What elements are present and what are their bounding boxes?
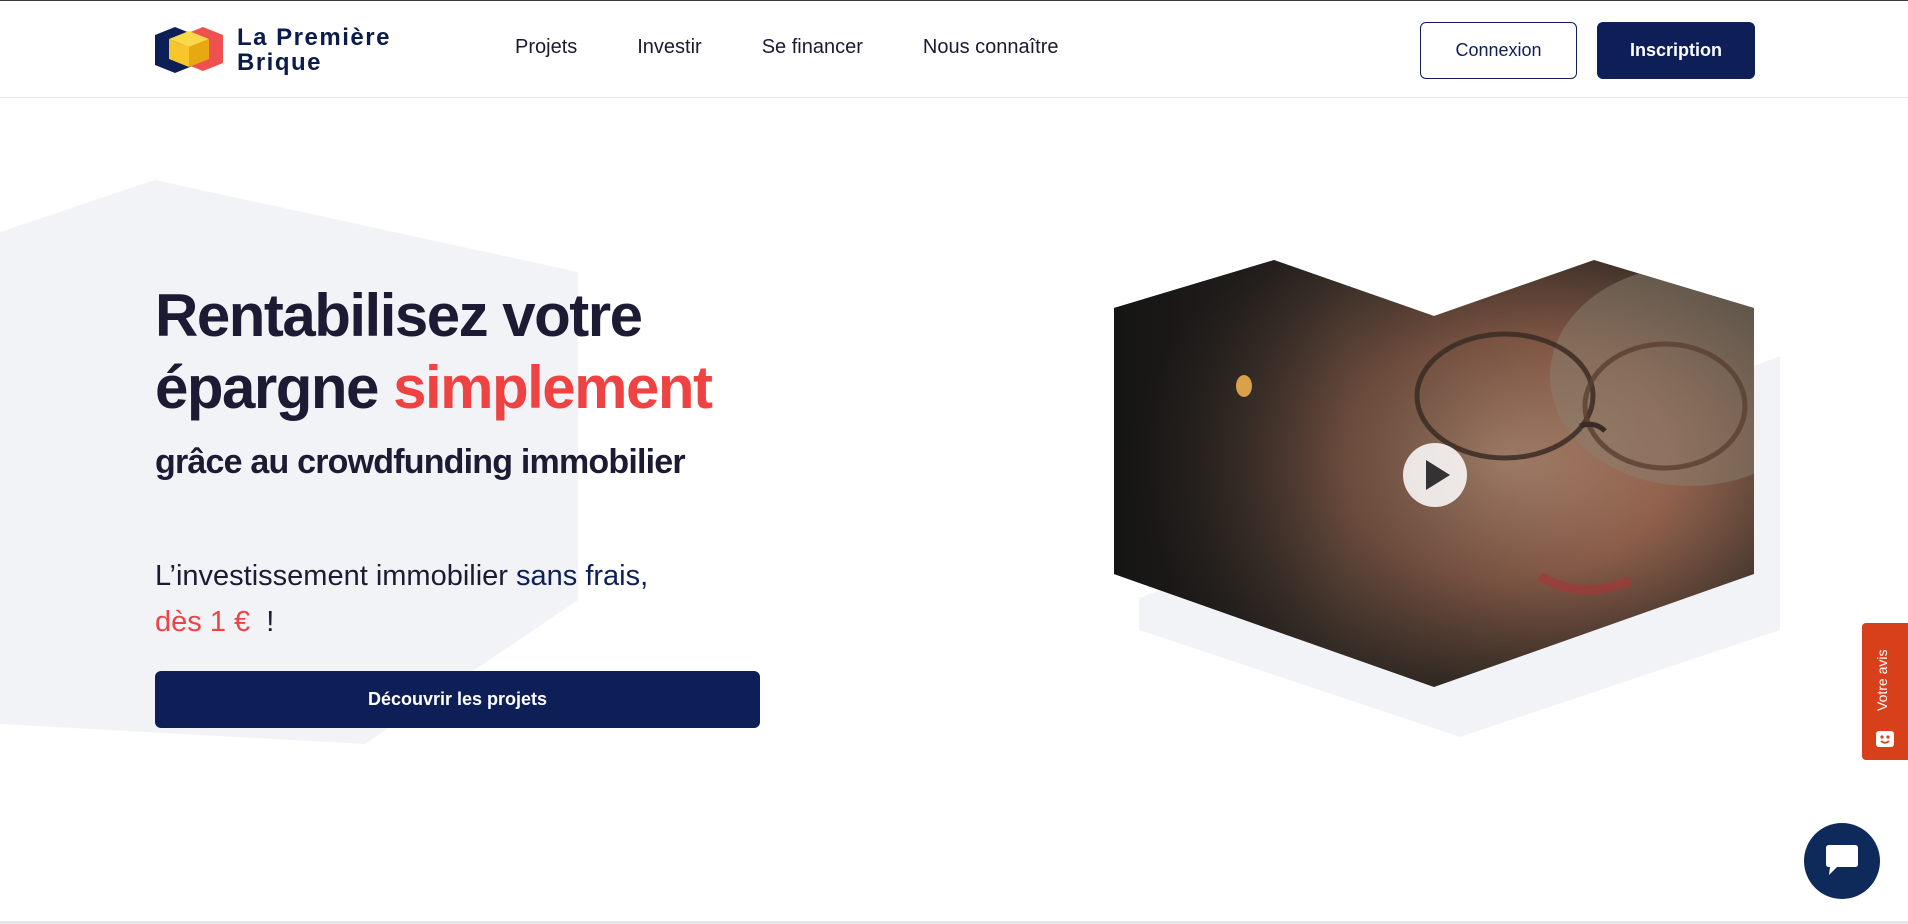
nav-item-investir[interactable]: Investir (637, 36, 701, 59)
tagline-no-fees: sans frais, (516, 560, 649, 592)
hero-subheadline: grâce au crowdfunding immobilier (155, 443, 686, 481)
top-navbar: La Première Brique Projets Investir Se f… (0, 0, 1908, 98)
feedback-label: Votre avis (1874, 649, 1890, 711)
hero-tagline: L’investissement immobilier sans frais, … (155, 553, 648, 645)
nav-item-se-financer[interactable]: Se financer (762, 36, 863, 59)
hero-headline-accent: simplement (393, 354, 713, 421)
hero-headline: Rentabilisez votre épargne simplement (155, 280, 713, 424)
brand-name-line2: Brique (237, 49, 323, 76)
nav-item-projets[interactable]: Projets (515, 36, 577, 59)
brand-name-line1: La Première (237, 24, 391, 51)
discover-projects-button[interactable]: Découvrir les projets (155, 671, 760, 728)
hero-headline-line2: épargne (155, 354, 394, 421)
tagline-exclamation: ! (266, 606, 275, 638)
brand-logo[interactable]: La Première Brique (155, 25, 415, 75)
video-play-button[interactable] (1403, 443, 1467, 507)
hero-video[interactable] (1110, 256, 1790, 741)
chat-button[interactable] (1804, 823, 1880, 899)
login-button[interactable]: Connexion (1420, 22, 1577, 79)
smiley-icon (1876, 731, 1894, 747)
chat-icon (1826, 845, 1858, 875)
hero-headline-line1: Rentabilisez votre (155, 282, 643, 349)
brand-name: La Première Brique (237, 25, 391, 75)
brick-logo-icon (155, 27, 223, 73)
tagline-text: L’investissement immobilier (155, 560, 517, 592)
feedback-tab[interactable]: Votre avis (1862, 623, 1908, 760)
signup-button[interactable]: Inscription (1597, 22, 1755, 79)
main-nav: Projets Investir Se financer Nous connaî… (515, 36, 1059, 59)
tagline-price: dès 1 € (155, 606, 251, 638)
nav-item-nous-connaitre[interactable]: Nous connaître (923, 36, 1059, 59)
